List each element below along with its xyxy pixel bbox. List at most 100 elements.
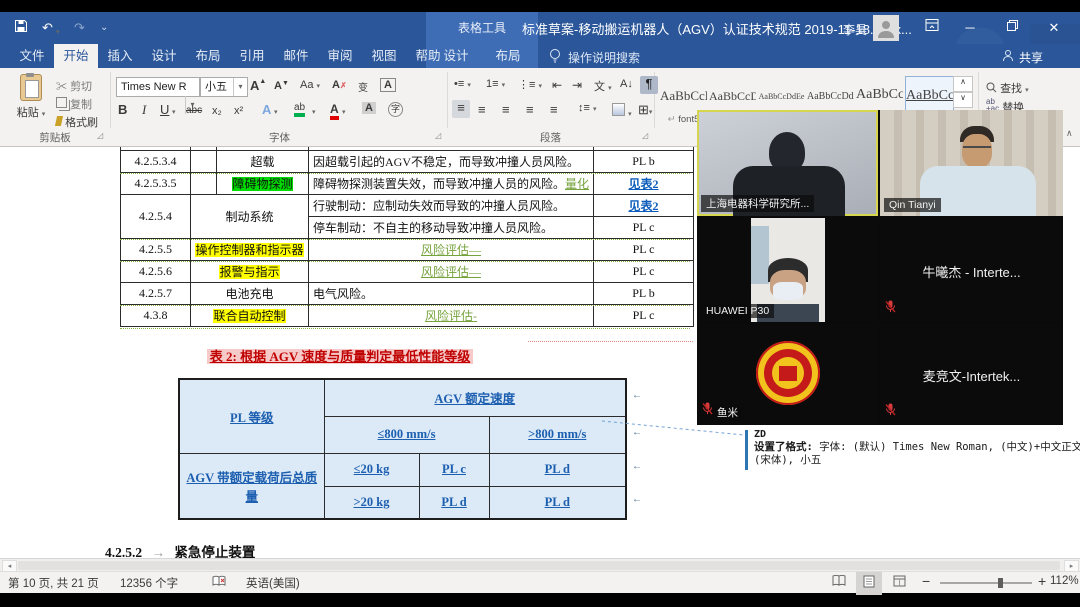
tab-layout[interactable]: 布局 — [186, 44, 230, 68]
bold-button[interactable]: B — [118, 102, 127, 117]
align-left-button[interactable]: ≡ — [452, 100, 470, 118]
styles-scroll-down-icon[interactable]: ∨ — [953, 92, 973, 108]
zoom-slider-track[interactable] — [940, 582, 1032, 584]
enclose-char-button[interactable]: 字 — [388, 102, 403, 117]
clipboard-dialog-launcher[interactable]: ◿ — [97, 131, 103, 140]
shrink-font-button[interactable]: A▼ — [274, 80, 289, 92]
asian-layout-button[interactable]: 文 ▾ — [594, 78, 612, 94]
link-risk-assessment[interactable]: 风险评估— — [421, 265, 481, 279]
tab-mailings[interactable]: 邮件 — [274, 44, 318, 68]
minimize-button[interactable]: ─ — [954, 12, 986, 44]
tab-insert[interactable]: 插入 — [98, 44, 142, 68]
numbering-button[interactable]: 1≡ ▾ — [486, 78, 505, 90]
share-person-icon[interactable] — [1002, 49, 1015, 67]
font-name-select[interactable]: Times New R▾ — [116, 77, 200, 97]
sort-button[interactable]: A↓ — [620, 78, 633, 90]
align-right-button[interactable]: ≡ — [502, 102, 510, 117]
link-risk-assessment[interactable]: 风险评估- — [425, 309, 477, 323]
italic-button[interactable]: I — [142, 102, 146, 118]
proofing-status-icon[interactable] — [212, 575, 227, 590]
phonetic-guide-button[interactable]: 变 — [358, 79, 368, 94]
font-size-select[interactable]: 小五▾ — [200, 77, 248, 97]
video-tile-camera-off[interactable]: 牛曦杰 - Interte... — [880, 218, 1063, 322]
format-comment[interactable]: ZD 设置了格式: 字体: (默认) Times New Roman, (中文)… — [754, 428, 1080, 467]
undo-dropdown-icon[interactable]: ▾ — [56, 24, 60, 42]
text-highlight-button[interactable]: ab — [294, 102, 305, 117]
zoom-percentage[interactable]: 112% — [1050, 575, 1079, 587]
video-tile-active-speaker[interactable]: 上海电器科学研究所... — [697, 110, 878, 216]
shading-button[interactable]: ▾ — [612, 103, 632, 119]
ribbon-display-options-icon[interactable] — [916, 12, 948, 44]
page-indicator[interactable]: 第 10 页, 共 21 页 — [8, 575, 99, 591]
text-effects-button[interactable]: A — [262, 102, 271, 117]
superscript-button[interactable]: x² — [234, 105, 243, 117]
share-button[interactable]: 共享 — [1019, 49, 1043, 66]
link-see-table2[interactable]: 见表2 — [629, 177, 659, 191]
save-icon[interactable] — [14, 19, 28, 38]
line-spacing-button[interactable]: ↕≡ ▾ — [578, 102, 597, 114]
close-button[interactable]: ✕ — [1038, 12, 1070, 44]
tab-table-design[interactable]: 设计 — [432, 44, 480, 68]
word-count[interactable]: 12356 个字 — [120, 575, 178, 591]
zoom-in-button[interactable]: + — [1038, 573, 1046, 589]
bullets-button[interactable]: •≡ ▾ — [454, 78, 471, 90]
zoom-out-button[interactable]: − — [922, 573, 930, 589]
show-marks-button[interactable]: ¶ — [640, 76, 658, 94]
tab-file[interactable]: 文件 — [10, 44, 54, 68]
video-tile[interactable]: HUAWEI P30 — [697, 218, 878, 322]
font-color-button[interactable]: A — [330, 102, 339, 120]
scrollbar-thumb[interactable] — [18, 561, 1060, 570]
paste-button[interactable]: 粘贴 ▾ — [10, 74, 52, 120]
link-see-table2[interactable]: 见表2 — [629, 199, 659, 213]
tab-references[interactable]: 引用 — [230, 44, 274, 68]
cut-button[interactable]: ✂ 剪切 — [56, 78, 92, 94]
borders-button[interactable]: ⊞▾ — [638, 102, 652, 118]
char-border-button[interactable]: A — [380, 78, 396, 92]
participant-name: 麦竞文-Intertek... — [880, 366, 1063, 385]
multilevel-list-button[interactable]: ⋮≡ ▾ — [518, 78, 542, 91]
video-tile-logo[interactable]: 鱼米 — [697, 324, 878, 425]
horizontal-scrollbar[interactable]: ◂ ▸ — [0, 558, 1080, 572]
strikethrough-button[interactable]: abc — [186, 105, 202, 116]
undo-button[interactable]: ↶ — [42, 19, 53, 37]
decrease-indent-button[interactable]: ⇤ — [552, 78, 562, 92]
justify-button[interactable]: ≡ — [526, 102, 534, 117]
redo-button[interactable]: ↷ — [74, 19, 85, 37]
link-risk-assessment[interactable]: 风险评估— — [421, 243, 481, 257]
zoom-slider-thumb[interactable] — [998, 578, 1003, 588]
tell-me-search[interactable]: 操作说明搜索 — [568, 49, 640, 66]
underline-dropdown-icon[interactable]: ▾ — [172, 108, 176, 116]
web-layout-button[interactable] — [886, 572, 912, 595]
find-button[interactable]: 查找 ▾ — [986, 80, 1029, 96]
distribute-button[interactable]: ≡ — [550, 102, 558, 117]
align-center-button[interactable]: ≡ — [478, 102, 486, 117]
copy-button[interactable]: 复制 — [56, 96, 92, 112]
tell-me-bulb-icon[interactable] — [548, 48, 562, 69]
tab-view[interactable]: 视图 — [362, 44, 406, 68]
video-tile-camera-off[interactable]: 麦竞文-Intertek... — [880, 324, 1063, 425]
tab-table-layout[interactable]: 布局 — [484, 44, 532, 68]
subscript-button[interactable]: x₂ — [212, 105, 222, 117]
video-tile[interactable]: Qin Tianyi — [880, 110, 1063, 216]
qat-customize-icon[interactable]: ⌄ — [100, 19, 108, 37]
change-case-button[interactable]: Aa ▾ — [300, 79, 320, 91]
collapse-ribbon-icon[interactable]: ∧ — [1066, 128, 1073, 139]
font-dialog-launcher[interactable]: ◿ — [435, 131, 441, 140]
clear-format-button[interactable]: A✗ — [332, 79, 347, 91]
tab-design[interactable]: 设计 — [142, 44, 186, 68]
grow-font-button[interactable]: A▲ — [250, 78, 266, 93]
tab-review[interactable]: 审阅 — [318, 44, 362, 68]
link-quantify[interactable]: 量化 — [565, 177, 589, 191]
avatar[interactable] — [873, 15, 899, 41]
styles-scroll-up-icon[interactable]: ∧ — [953, 76, 973, 92]
char-shading-button[interactable]: A — [362, 102, 376, 114]
restore-button[interactable] — [996, 12, 1028, 44]
paragraph-dialog-launcher[interactable]: ◿ — [642, 131, 648, 140]
underline-button[interactable]: U — [160, 102, 169, 117]
read-mode-button[interactable] — [826, 572, 852, 595]
format-painter-button[interactable]: 格式刷 — [56, 114, 98, 130]
tab-home[interactable]: 开始 — [54, 44, 98, 68]
increase-indent-button[interactable]: ⇥ — [572, 78, 582, 92]
print-layout-button[interactable] — [856, 572, 882, 595]
language-indicator[interactable]: 英语(美国) — [246, 575, 300, 591]
